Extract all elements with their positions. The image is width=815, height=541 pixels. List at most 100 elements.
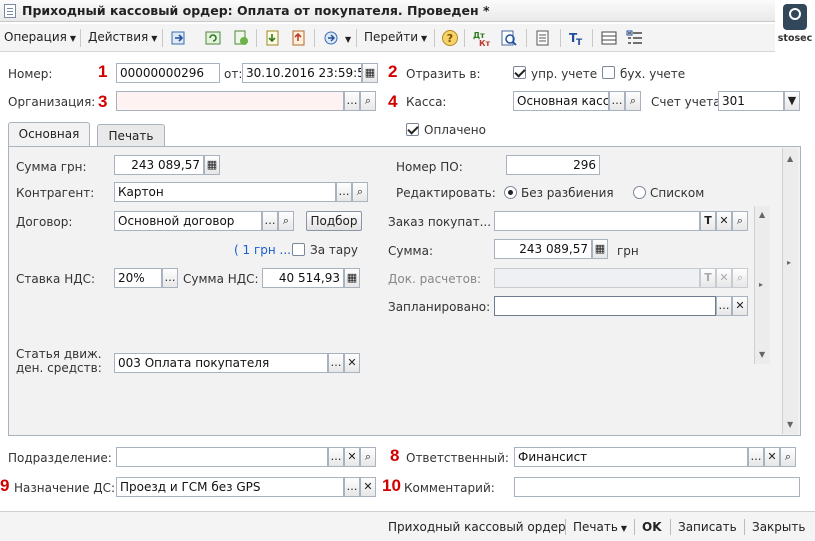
operation-menu[interactable]: Операция ▼	[4, 30, 76, 44]
actions-menu[interactable]: Действия ▼	[88, 30, 157, 44]
scroll-down-icon[interactable]: ▼	[759, 350, 765, 359]
organization-search-icon[interactable]: ⌕	[360, 91, 376, 111]
amount-calculator-icon[interactable]: ▦	[592, 239, 608, 259]
sum-field[interactable]: 243 089,57	[114, 155, 204, 175]
division-clear-icon[interactable]: ✕	[344, 447, 360, 467]
marker-10: 10	[382, 476, 401, 495]
save-button[interactable]: Записать	[678, 520, 737, 534]
paid-checkbox[interactable]	[406, 123, 419, 136]
planned-field[interactable]	[494, 296, 716, 316]
tab-print[interactable]: Печать	[97, 124, 165, 148]
cashflow-field[interactable]: 003 Оплата покупателя	[114, 353, 328, 373]
panel-scrollbar[interactable]: ▲ ▸ ▼	[782, 148, 798, 434]
refresh-icon[interactable]	[204, 29, 222, 47]
contractor-field[interactable]: Картон	[114, 182, 336, 202]
planned-clear-icon[interactable]: ✕	[732, 296, 748, 316]
responsible-search-icon[interactable]: ⌕	[780, 447, 796, 467]
cash-select-button[interactable]: …	[609, 91, 625, 111]
responsible-field[interactable]: Финансист	[514, 447, 748, 467]
cashflow-select-button[interactable]: …	[328, 353, 344, 373]
document-icon	[4, 4, 16, 18]
contract-field[interactable]: Основной договор	[114, 211, 262, 231]
settlement-doc-label: Док. расчетов:	[388, 272, 482, 286]
purpose-field[interactable]: Проезд и ГСМ без GPS	[116, 477, 344, 497]
calendar-icon[interactable]: ▦	[362, 63, 378, 83]
contract-search-icon[interactable]: ⌕	[278, 211, 294, 231]
table-settings-icon[interactable]	[600, 29, 618, 47]
order-clear-icon[interactable]: ✕	[716, 211, 732, 231]
tare-checkbox[interactable]	[292, 243, 305, 256]
exchange-rate-link[interactable]: ( 1 грн ... )	[234, 243, 299, 257]
mgmt-accounting-checkbox[interactable]	[513, 66, 526, 79]
paid-label: Оплачено	[424, 123, 486, 137]
responsible-clear-icon[interactable]: ✕	[764, 447, 780, 467]
calculator-icon[interactable]: ▦	[204, 155, 220, 175]
contract-select-button[interactable]: …	[262, 211, 278, 231]
toolbar: Операция ▼ Действия ▼ ▼ Перейти ▼ ? Дт Кт TT	[0, 24, 775, 52]
panel-scroll-down-icon[interactable]: ▼	[787, 420, 793, 429]
svg-text:T: T	[576, 38, 583, 47]
vat-sum-field[interactable]: 40 514,93	[262, 268, 344, 288]
debit-credit-icon[interactable]: ДтКт	[472, 29, 490, 47]
edit-no-split-radio[interactable]	[504, 186, 517, 199]
ok-button[interactable]: OK	[642, 520, 662, 534]
tab-main[interactable]: Основная	[8, 122, 90, 148]
type-select-icon[interactable]: T	[700, 211, 716, 231]
panel-scroll-thumb-icon[interactable]: ▸	[787, 258, 791, 267]
list-settings-icon[interactable]	[626, 29, 644, 47]
scroll-thumb-icon[interactable]: ▸	[759, 280, 763, 289]
division-search-icon[interactable]: ⌕	[360, 447, 376, 467]
footer-separator	[744, 519, 745, 535]
number-field[interactable]: 00000000296	[116, 63, 220, 83]
report-icon[interactable]	[534, 29, 552, 47]
cashflow-clear-icon[interactable]: ✕	[344, 353, 360, 373]
post-arrow-icon[interactable]	[170, 29, 188, 47]
division-field[interactable]	[116, 447, 328, 467]
purpose-clear-icon[interactable]: ✕	[360, 477, 376, 497]
panel-scroll-up-icon[interactable]: ▲	[787, 154, 793, 163]
cash-field[interactable]: Основная касса	[513, 91, 609, 111]
close-button[interactable]: Закрыть	[752, 520, 805, 534]
accounting-checkbox[interactable]	[602, 66, 615, 79]
structure-dropdown-icon[interactable]: ▼	[342, 31, 351, 45]
vat-calculator-icon[interactable]: ▦	[344, 268, 360, 288]
cash-order-print-button[interactable]: Приходный кассовый ордер	[388, 520, 566, 534]
toolbar-separator	[314, 29, 315, 47]
organization-label: Организация:	[8, 95, 96, 109]
text-format-icon[interactable]: TT	[568, 29, 586, 47]
vat-rate-field[interactable]: 20%	[114, 268, 162, 288]
copy-icon[interactable]	[232, 29, 250, 47]
date-field[interactable]: 30.10.2016 23:59:59	[242, 63, 362, 83]
inner-scrollbar[interactable]: ▲ ▸ ▼	[754, 206, 770, 364]
planned-select-button[interactable]: …	[716, 296, 732, 316]
logo-badge-icon	[783, 4, 807, 30]
vat-rate-select-button[interactable]: …	[162, 268, 178, 288]
cash-search-icon[interactable]: ⌕	[625, 91, 641, 111]
comment-field[interactable]	[514, 477, 800, 497]
scroll-up-icon[interactable]: ▲	[759, 210, 765, 219]
organization-select-button[interactable]: …	[344, 91, 360, 111]
account-field[interactable]: 301	[718, 91, 784, 111]
account-dropdown-icon[interactable]: ▼	[784, 91, 800, 111]
amount-field[interactable]: 243 089,57	[494, 239, 592, 259]
order-search-icon[interactable]: ⌕	[732, 211, 748, 231]
responsible-select-button[interactable]: …	[748, 447, 764, 467]
edit-list-radio[interactable]	[633, 186, 646, 199]
move-doc-icon[interactable]	[290, 29, 308, 47]
contractor-search-icon[interactable]: ⌕	[352, 182, 368, 202]
help-icon[interactable]: ?	[441, 29, 459, 47]
select-button[interactable]: Подбор	[306, 211, 362, 231]
marker-4: 4	[388, 92, 398, 111]
footer-separator	[670, 519, 671, 535]
division-select-button[interactable]: …	[328, 447, 344, 467]
new-doc-icon[interactable]	[264, 29, 282, 47]
preview-icon[interactable]	[500, 29, 518, 47]
goto-menu[interactable]: Перейти ▼	[364, 30, 427, 44]
organization-field[interactable]	[116, 91, 344, 111]
purpose-select-button[interactable]: …	[344, 477, 360, 497]
po-number-field[interactable]: 296	[506, 155, 600, 175]
order-field[interactable]	[494, 211, 700, 231]
structure-icon[interactable]	[322, 29, 340, 47]
contractor-select-button[interactable]: …	[336, 182, 352, 202]
print-menu-button[interactable]: Печать ▼	[573, 520, 627, 534]
